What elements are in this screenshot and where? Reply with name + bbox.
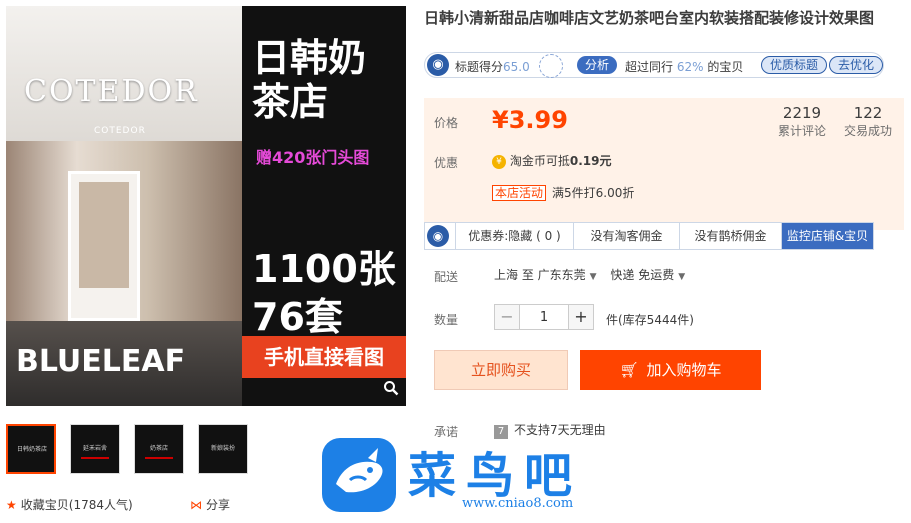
ship-method: 快递 免运费 [610, 268, 675, 282]
search-icon[interactable] [380, 380, 402, 402]
coin-amount: 0.19元 [569, 154, 612, 168]
thumbnail-caption: 日韩奶茶店 [16, 446, 47, 453]
taoke-commission[interactable]: 没有淘客佣金 [573, 223, 679, 249]
shipping-label: 配送 [434, 270, 459, 284]
coupon-hidden[interactable]: 优惠券:隐藏 ( 0 ) [455, 223, 573, 249]
beat-text: 超过同行 62% 的宝贝 [625, 58, 743, 75]
ship-method-select[interactable]: 快递 免运费 ▼ [610, 268, 689, 282]
sales-count: 122 [853, 104, 883, 122]
discount-label: 优惠 [434, 156, 459, 170]
add-to-cart-button[interactable]: 🛒︎ 加入购物车 [580, 350, 761, 390]
shop-door [68, 171, 140, 321]
queqiao-commission[interactable]: 没有鹊桥佣金 [679, 223, 781, 249]
cart-icon: 🛒︎ [619, 361, 639, 379]
favorite-count: (1784人气) [68, 498, 133, 512]
score-value: 65.0 [503, 60, 530, 74]
caret-down-icon: ▼ [678, 272, 686, 282]
promo-title: 日韩奶茶店 [252, 36, 367, 124]
analyze-button[interactable]: 分析 [577, 56, 618, 74]
site-watermark: 菜鸟吧 www.cniao8.com [322, 434, 802, 520]
share-label: 分享 [206, 498, 231, 512]
title-score-bar: ◉ 标题得分65.0 分析 超过同行 62% 的宝贝 优质标题 去优化 [424, 52, 884, 78]
score-label: 标题得分 [455, 60, 504, 74]
sales-stat: 122 交易成功 [844, 104, 892, 139]
store-promotion: 本店活动 满5件打6.00折 [492, 184, 634, 201]
thumbnail-caption: 延禾岩舍 [82, 445, 107, 452]
storefront-photo: COTEDOR COTEDOR BLUELEAF [6, 6, 242, 406]
favorite-label: 收藏宝贝 [20, 498, 69, 512]
quantity-minus-button[interactable]: − [494, 304, 520, 330]
monitor-button[interactable]: 监控店铺&宝贝 [781, 223, 873, 249]
price-box: 价格 ¥3.99 2219 累计评论 122 交易成功 优惠 ¥ 淘金币可抵0.… [424, 98, 904, 230]
thumbnail-caption: 奶茶店 [149, 445, 168, 452]
reviews-stat[interactable]: 2219 累计评论 [778, 104, 826, 139]
add-to-cart-label: 加入购物车 [646, 361, 722, 379]
promo-count-images: 1100张 [252, 247, 396, 291]
ship-to: 广东东莞 [537, 268, 586, 282]
promo-panel: 日韩奶茶店 赠420张门头图 1100张 76套 手机直接看图 [242, 6, 406, 406]
main-product-image[interactable]: COTEDOR COTEDOR BLUELEAF 日韩奶茶店 赠420张门头图 … [6, 6, 406, 406]
share-link[interactable]: ⋈ 分享 [190, 496, 230, 513]
store-activity-tag[interactable]: 本店活动 [492, 185, 547, 201]
star-icon: ★ [6, 498, 17, 512]
reviews-label: 累计评论 [778, 124, 827, 138]
coin-discount: ¥ 淘金币可抵0.19元 [492, 152, 611, 169]
ship-to-select[interactable]: 广东东莞 ▼ [538, 268, 601, 282]
reviews-count: 2219 [782, 104, 822, 122]
thumbnail-4[interactable]: 新娘装扮 [198, 424, 248, 474]
plugin-logo-icon: ◉ [427, 54, 449, 76]
sales-label: 交易成功 [844, 124, 893, 138]
store-logo-small: COTEDOR [94, 126, 146, 136]
score-text: 标题得分65.0 [455, 58, 530, 75]
product-title: 日韩小清新甜品店咖啡店文艺奶茶吧台室内软装搭配装修设计效果图 [424, 9, 875, 27]
watermark-url: www.cniao8.com [462, 496, 574, 511]
shipping-info: 上海 至 广东东莞 ▼ 快递 免运费 ▼ [494, 266, 689, 283]
quantity-plus-button[interactable]: + [568, 304, 594, 330]
price-label: 价格 [434, 116, 459, 130]
thumbnail-2[interactable]: 延禾岩舍 [70, 424, 120, 474]
quantity-label: 数量 [434, 313, 459, 327]
beat-percent: 62% [676, 60, 704, 74]
ship-from: 上海 至 [494, 268, 534, 282]
coin-text: 淘金币可抵 [509, 154, 570, 168]
coin-icon: ¥ [492, 154, 506, 169]
plugin-toolbar: ◉ 优惠券:隐藏 ( 0 ) 没有淘客佣金 没有鹊桥佣金 监控店铺&宝贝 [424, 222, 874, 250]
caret-down-icon: ▼ [589, 272, 597, 282]
store-activity-text: 满5件打6.00折 [552, 186, 635, 200]
thumbnail-1[interactable]: 日韩奶茶店 [6, 424, 56, 474]
store-logo-large: COTEDOR [24, 74, 199, 109]
plugin-logo-icon: ◉ [427, 225, 449, 247]
share-icon: ⋈ [190, 498, 202, 512]
buy-now-button[interactable]: 立即购买 [434, 350, 568, 390]
stock-text: 件(库存5444件) [606, 313, 694, 327]
seal-icon [539, 54, 563, 78]
bird-logo-icon [322, 438, 396, 512]
quantity-input[interactable]: 1 [520, 304, 568, 330]
promo-button: 手机直接看图 [242, 336, 406, 378]
thumbnail-3[interactable]: 奶茶店 [134, 424, 184, 474]
promo-count-sets: 76套 [252, 295, 343, 339]
optimize-button[interactable]: 去优化 [829, 56, 884, 74]
promo-subtitle: 赠420张门头图 [256, 148, 370, 167]
beat-suffix: 的宝贝 [707, 60, 744, 74]
brand-watermark: BLUELEAF [16, 344, 186, 379]
favorite-link[interactable]: ★ 收藏宝贝(1784人气) [6, 496, 133, 513]
beat-label: 超过同行 [625, 60, 674, 74]
quality-title-button[interactable]: 优质标题 [761, 56, 828, 74]
thumbnail-caption: 新娘装扮 [210, 445, 235, 452]
price-value: ¥3.99 [492, 106, 568, 134]
